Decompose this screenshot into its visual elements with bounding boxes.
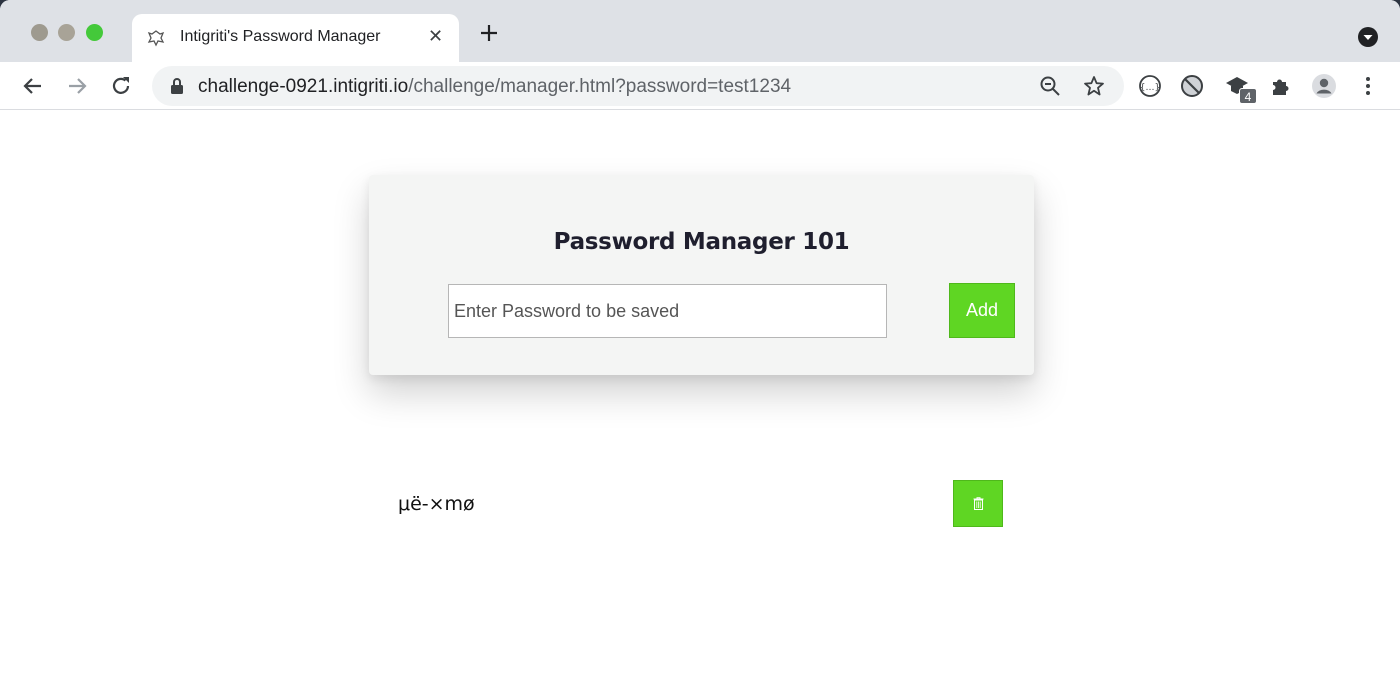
password-form-card: Password Manager 101 Add: [369, 175, 1034, 375]
saved-password-text: μë-×mø: [398, 493, 475, 515]
browser-toolbar: challenge-0921.intigriti.io/challenge/ma…: [0, 62, 1400, 110]
window-maximize-button[interactable]: [86, 24, 103, 41]
lock-icon[interactable]: [170, 77, 184, 95]
tab-search-icon[interactable]: [1357, 26, 1379, 48]
url-host: challenge-0921.intigriti.io: [198, 76, 409, 97]
add-button[interactable]: Add: [949, 283, 1015, 338]
intigriti-favicon-icon: [147, 30, 165, 47]
url-path: /challenge/manager.html?password=test123…: [408, 76, 792, 97]
puzzle-icon[interactable]: [1268, 73, 1294, 99]
page-content: Password Manager 101 Add μë-×mø: [0, 111, 1400, 682]
json-extension-icon[interactable]: {…}: [1137, 73, 1163, 99]
url-text[interactable]: challenge-0921.intigriti.io/challenge/ma…: [198, 76, 791, 98]
svg-text:{…}: {…}: [1140, 83, 1160, 93]
profile-icon[interactable]: [1311, 73, 1337, 99]
window-close-button[interactable]: [31, 24, 48, 41]
page-title: Password Manager 101: [553, 229, 850, 255]
new-tab-icon[interactable]: [478, 22, 500, 44]
trash-icon: [973, 497, 984, 510]
address-bar[interactable]: challenge-0921.intigriti.io/challenge/ma…: [152, 66, 1124, 106]
reload-icon[interactable]: [109, 74, 133, 98]
forward-arrow-icon[interactable]: [65, 74, 89, 98]
back-arrow-icon[interactable]: [21, 74, 45, 98]
block-extension-icon[interactable]: [1179, 73, 1205, 99]
window-minimize-button[interactable]: [58, 24, 75, 41]
tab-close-icon[interactable]: ✕: [428, 26, 443, 47]
browser-window: Intigriti's Password Manager ✕ challenge…: [0, 0, 1400, 682]
zoom-icon[interactable]: [1038, 74, 1062, 98]
tab-strip: Intigriti's Password Manager ✕: [0, 0, 1400, 62]
tab-title: Intigriti's Password Manager: [180, 28, 381, 45]
password-input[interactable]: [448, 284, 887, 338]
tab-intigriti-password-manager[interactable]: Intigriti's Password Manager ✕: [132, 14, 459, 62]
star-icon[interactable]: [1082, 74, 1106, 98]
delete-button[interactable]: [953, 480, 1003, 527]
menu-icon[interactable]: [1355, 73, 1381, 99]
extension-badge: 4: [1239, 88, 1257, 104]
